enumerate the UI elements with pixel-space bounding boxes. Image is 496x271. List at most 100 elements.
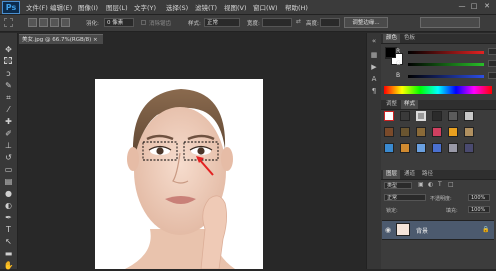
menu-layer[interactable]: 图层(L) bbox=[106, 2, 128, 12]
height-input[interactable] bbox=[320, 18, 340, 27]
menu-edit[interactable]: 编辑(E) bbox=[50, 2, 72, 12]
tab-paths[interactable]: 路径 bbox=[419, 170, 436, 179]
marquee-preset-icon[interactable] bbox=[4, 18, 13, 27]
style-swatch[interactable] bbox=[416, 111, 426, 121]
type-tool-icon[interactable]: T bbox=[3, 225, 14, 235]
style-swatch[interactable] bbox=[464, 127, 474, 137]
workspace-select[interactable] bbox=[420, 17, 480, 28]
new-selection-icon[interactable] bbox=[28, 18, 37, 27]
panel-dock-strip: « ▦ ▶ A ¶ bbox=[366, 33, 382, 269]
layer-kind-filter[interactable]: 类型 bbox=[384, 182, 412, 189]
minimize-button[interactable]: — bbox=[458, 3, 466, 10]
style-swatch[interactable] bbox=[384, 143, 394, 153]
filter-pixel-icon[interactable]: ▣ bbox=[418, 181, 424, 188]
blend-mode-select[interactable]: 正常 bbox=[384, 194, 426, 201]
opacity-input[interactable]: 100% bbox=[468, 194, 490, 201]
menu-view[interactable]: 视图(V) bbox=[224, 2, 247, 12]
filter-adjust-icon[interactable]: ◐ bbox=[428, 181, 433, 188]
hand-tool-icon[interactable]: ✋ bbox=[3, 261, 14, 271]
style-swatch[interactable] bbox=[448, 127, 458, 137]
opacity-label: 不透明度: bbox=[430, 196, 452, 202]
healing-tool-icon[interactable]: ✚ bbox=[3, 117, 14, 127]
tab-channels[interactable]: 通道 bbox=[401, 170, 418, 179]
width-input[interactable] bbox=[262, 18, 292, 27]
style-swatch[interactable] bbox=[448, 111, 458, 121]
style-swatch[interactable] bbox=[432, 143, 442, 153]
close-button[interactable]: ✕ bbox=[483, 3, 491, 10]
style-swatch[interactable] bbox=[464, 143, 474, 153]
style-swatch[interactable] bbox=[400, 111, 410, 121]
menu-image[interactable]: 图像(I) bbox=[78, 2, 98, 12]
style-swatch[interactable] bbox=[400, 127, 410, 137]
subtract-selection-icon[interactable] bbox=[50, 18, 59, 27]
menu-type[interactable]: 文字(Y) bbox=[134, 2, 156, 12]
stamp-tool-icon[interactable]: ⊥ bbox=[3, 141, 14, 151]
marquee-tool-icon[interactable] bbox=[4, 57, 12, 64]
actions-icon[interactable]: ▶ bbox=[370, 63, 378, 71]
brush-tool-icon[interactable]: ✐ bbox=[3, 129, 14, 139]
dodge-tool-icon[interactable]: ◐ bbox=[3, 201, 14, 211]
style-swatch[interactable] bbox=[464, 111, 474, 121]
green-slider[interactable] bbox=[408, 63, 484, 66]
eyedropper-tool-icon[interactable]: ⁄ bbox=[3, 105, 14, 115]
style-swatch[interactable] bbox=[432, 111, 442, 121]
style-swatch[interactable] bbox=[384, 127, 394, 137]
blue-slider[interactable] bbox=[408, 75, 484, 78]
tab-layers[interactable]: 图层 bbox=[383, 170, 401, 179]
fill-input[interactable]: 100% bbox=[468, 206, 490, 213]
style-swatch[interactable] bbox=[400, 143, 410, 153]
blur-tool-icon[interactable]: ● bbox=[3, 189, 14, 199]
color-spectrum-bar[interactable] bbox=[384, 86, 492, 94]
tab-color[interactable]: 颜色 bbox=[383, 34, 401, 43]
restore-button[interactable]: □ bbox=[470, 3, 478, 10]
tab-styles[interactable]: 样式 bbox=[401, 100, 419, 109]
swap-icon[interactable]: ⇄ bbox=[296, 18, 301, 25]
feather-input[interactable]: 0 像素 bbox=[104, 18, 134, 27]
style-swatch[interactable] bbox=[416, 127, 426, 137]
shape-tool-icon[interactable]: ▬ bbox=[3, 249, 14, 259]
fill-label: 填充: bbox=[446, 208, 458, 214]
move-tool-icon[interactable]: ✥ bbox=[3, 45, 14, 55]
collapse-icon[interactable]: « bbox=[370, 37, 378, 45]
style-select[interactable]: 正常 bbox=[204, 18, 240, 27]
menu-help[interactable]: 帮助(H) bbox=[285, 2, 308, 12]
paragraph-icon[interactable]: ¶ bbox=[370, 87, 378, 95]
path-select-tool-icon[interactable]: ↖ bbox=[3, 237, 14, 247]
blue-label: B bbox=[396, 72, 401, 79]
pen-tool-icon[interactable]: ✒ bbox=[3, 213, 14, 223]
filter-type-icon[interactable]: T bbox=[438, 181, 442, 188]
quick-select-tool-icon[interactable]: ✎ bbox=[3, 81, 14, 91]
menu-select[interactable]: 选择(S) bbox=[166, 2, 188, 12]
document-tab[interactable]: 美女.jpg @ 66.7%(RGB/8) × bbox=[19, 34, 103, 44]
crop-tool-icon[interactable]: ⌗ bbox=[3, 93, 14, 103]
width-label: 宽度: bbox=[247, 21, 260, 27]
document-photo[interactable] bbox=[95, 79, 263, 269]
style-swatch[interactable] bbox=[432, 127, 442, 137]
gradient-tool-icon[interactable]: ▤ bbox=[3, 177, 14, 187]
menu-file[interactable]: 文件(F) bbox=[26, 2, 48, 12]
refine-edge-button[interactable]: 调整边缘... bbox=[344, 17, 388, 28]
tab-adjustments[interactable]: 调整 bbox=[383, 100, 400, 109]
menu-window[interactable]: 窗口(W) bbox=[253, 2, 278, 12]
antialias-checkbox[interactable] bbox=[141, 20, 146, 25]
intersect-selection-icon[interactable] bbox=[61, 18, 70, 27]
visibility-eye-icon[interactable]: ◉ bbox=[385, 226, 391, 234]
red-slider[interactable] bbox=[408, 51, 484, 54]
lasso-tool-icon[interactable]: ↄ bbox=[3, 69, 14, 79]
style-swatch[interactable] bbox=[448, 143, 458, 153]
tab-swatches[interactable]: 色板 bbox=[401, 34, 418, 43]
red-value[interactable]: 0 bbox=[488, 48, 496, 55]
eraser-tool-icon[interactable]: ▭ bbox=[3, 165, 14, 175]
add-selection-icon[interactable] bbox=[39, 18, 48, 27]
layer-filter-icons: ▣ ◐ T □ bbox=[418, 181, 478, 189]
history-icon[interactable]: ▦ bbox=[370, 51, 378, 59]
menu-filter[interactable]: 滤镜(T) bbox=[195, 2, 217, 12]
style-swatch[interactable] bbox=[416, 143, 426, 153]
green-value[interactable]: 0 bbox=[488, 60, 496, 67]
layer-row-background[interactable]: ◉ 背景 🔒 bbox=[382, 220, 494, 240]
blue-value[interactable]: 0 bbox=[488, 72, 496, 79]
history-brush-tool-icon[interactable]: ↺ bbox=[3, 153, 14, 163]
character-icon[interactable]: A bbox=[370, 75, 378, 83]
filter-shape-icon[interactable]: □ bbox=[448, 181, 454, 188]
style-swatch[interactable] bbox=[384, 111, 394, 121]
